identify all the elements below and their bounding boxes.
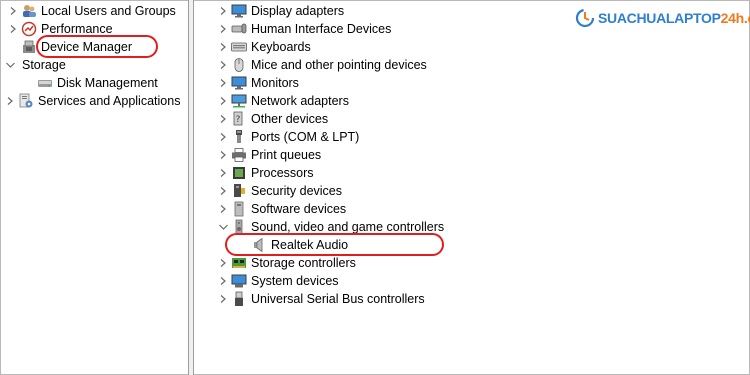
unknown-device-icon: ? xyxy=(231,111,247,127)
system-device-icon xyxy=(231,273,247,289)
keyboard-icon xyxy=(231,39,247,55)
device-category-other-devices[interactable]: ? Other devices xyxy=(217,110,328,128)
monitor-icon xyxy=(231,75,247,91)
chevron-right-icon[interactable] xyxy=(7,2,19,20)
device-category-print-queues[interactable]: Print queues xyxy=(217,146,321,164)
security-icon xyxy=(231,183,247,199)
device-category-label: Software devices xyxy=(251,202,347,216)
device-category-label: Monitors xyxy=(251,76,299,90)
services-icon xyxy=(18,93,34,109)
pane-splitter[interactable] xyxy=(188,0,194,375)
device-category-label: Mice and other pointing devices xyxy=(251,58,427,72)
storage-icon xyxy=(16,57,22,73)
port-icon xyxy=(231,129,247,145)
device-category-network-adapters[interactable]: Network adapters xyxy=(217,92,349,110)
device-category-label: Universal Serial Bus controllers xyxy=(251,292,425,306)
device-category-label: Network adapters xyxy=(251,94,349,108)
disk-icon xyxy=(37,75,53,91)
device-category-ports[interactable]: Ports (COM & LPT) xyxy=(217,128,359,146)
tree-item-services-applications[interactable]: Services and Applications xyxy=(4,92,180,110)
chevron-right-icon[interactable] xyxy=(217,290,229,308)
tree-item-storage[interactable]: Storage xyxy=(4,56,66,74)
device-category-label: Human Interface Devices xyxy=(251,22,392,36)
device-category-system-devices[interactable]: System devices xyxy=(217,272,339,290)
device-category-label: Other devices xyxy=(251,112,329,126)
chevron-right-icon[interactable] xyxy=(217,110,229,128)
storage-controller-icon xyxy=(231,255,247,271)
chevron-right-icon[interactable] xyxy=(217,182,229,200)
chevron-right-icon[interactable] xyxy=(217,74,229,92)
device-category-label: System devices xyxy=(251,274,339,288)
monitor-icon xyxy=(231,3,247,19)
device-manager-icon xyxy=(21,39,37,55)
chevron-right-icon[interactable] xyxy=(217,20,229,38)
software-device-icon xyxy=(231,201,247,217)
chevron-right-icon[interactable] xyxy=(217,146,229,164)
device-category-monitors[interactable]: Monitors xyxy=(217,74,299,92)
mouse-icon xyxy=(231,57,247,73)
hid-icon xyxy=(231,21,247,37)
device-category-usb-controllers[interactable]: Universal Serial Bus controllers xyxy=(217,290,425,308)
chevron-right-icon[interactable] xyxy=(7,20,19,38)
watermark-text: SUACHUALAPTOP24h.com xyxy=(598,10,750,26)
device-category-label: Keyboards xyxy=(251,40,311,54)
device-category-security-devices[interactable]: Security devices xyxy=(217,182,342,200)
chevron-right-icon[interactable] xyxy=(217,56,229,74)
device-category-software-devices[interactable]: Software devices xyxy=(217,200,346,218)
device-category-label: Processors xyxy=(251,166,314,180)
device-tree-pane: Display adapters Human Interface Devices… xyxy=(195,0,749,374)
logo-mark-icon xyxy=(575,8,595,28)
usb-icon xyxy=(231,291,247,307)
chevron-right-icon[interactable] xyxy=(217,92,229,110)
highlight-realtek-audio xyxy=(225,233,444,256)
tree-item-label: Services and Applications xyxy=(38,94,181,108)
device-category-label: Storage controllers xyxy=(251,256,356,270)
processor-icon xyxy=(231,165,247,181)
chevron-down-icon[interactable] xyxy=(217,218,229,236)
chevron-right-icon[interactable] xyxy=(217,200,229,218)
chevron-right-icon[interactable] xyxy=(217,2,229,20)
tree-item-label: Local Users and Groups xyxy=(41,4,176,18)
tree-item-label: Storage xyxy=(22,58,66,72)
chevron-right-icon[interactable] xyxy=(4,92,16,110)
chevron-right-icon[interactable] xyxy=(217,254,229,272)
tree-item-label: Disk Management xyxy=(57,76,158,90)
tree-item-disk-management[interactable]: Disk Management xyxy=(23,74,158,92)
watermark-logo: SUACHUALAPTOP24h.com xyxy=(575,8,750,28)
device-category-storage-controllers[interactable]: Storage controllers xyxy=(217,254,356,272)
device-category-processors[interactable]: Processors xyxy=(217,164,314,182)
tree-item-local-users-groups[interactable]: Local Users and Groups xyxy=(7,2,176,20)
chevron-right-icon[interactable] xyxy=(217,272,229,290)
chevron-right-icon[interactable] xyxy=(217,38,229,56)
device-category-label: Print queues xyxy=(251,148,322,162)
device-category-label: Security devices xyxy=(251,184,343,198)
device-category-label: Display adapters xyxy=(251,4,345,18)
chevron-right-icon[interactable] xyxy=(217,128,229,146)
device-category-display-adapters[interactable]: Display adapters xyxy=(217,2,344,20)
printer-icon xyxy=(231,147,247,163)
highlight-device-manager xyxy=(36,35,158,58)
device-category-keyboards[interactable]: Keyboards xyxy=(217,38,311,56)
svg-text:?: ? xyxy=(236,115,241,125)
device-category-label: Ports (COM & LPT) xyxy=(251,130,360,144)
chevron-down-icon[interactable] xyxy=(4,56,16,74)
device-category-mice[interactable]: Mice and other pointing devices xyxy=(217,56,427,74)
network-icon xyxy=(231,93,247,109)
chevron-right-icon[interactable] xyxy=(217,164,229,182)
device-category-human-interface-devices[interactable]: Human Interface Devices xyxy=(217,20,391,38)
users-icon xyxy=(21,3,37,19)
performance-icon xyxy=(21,21,37,37)
